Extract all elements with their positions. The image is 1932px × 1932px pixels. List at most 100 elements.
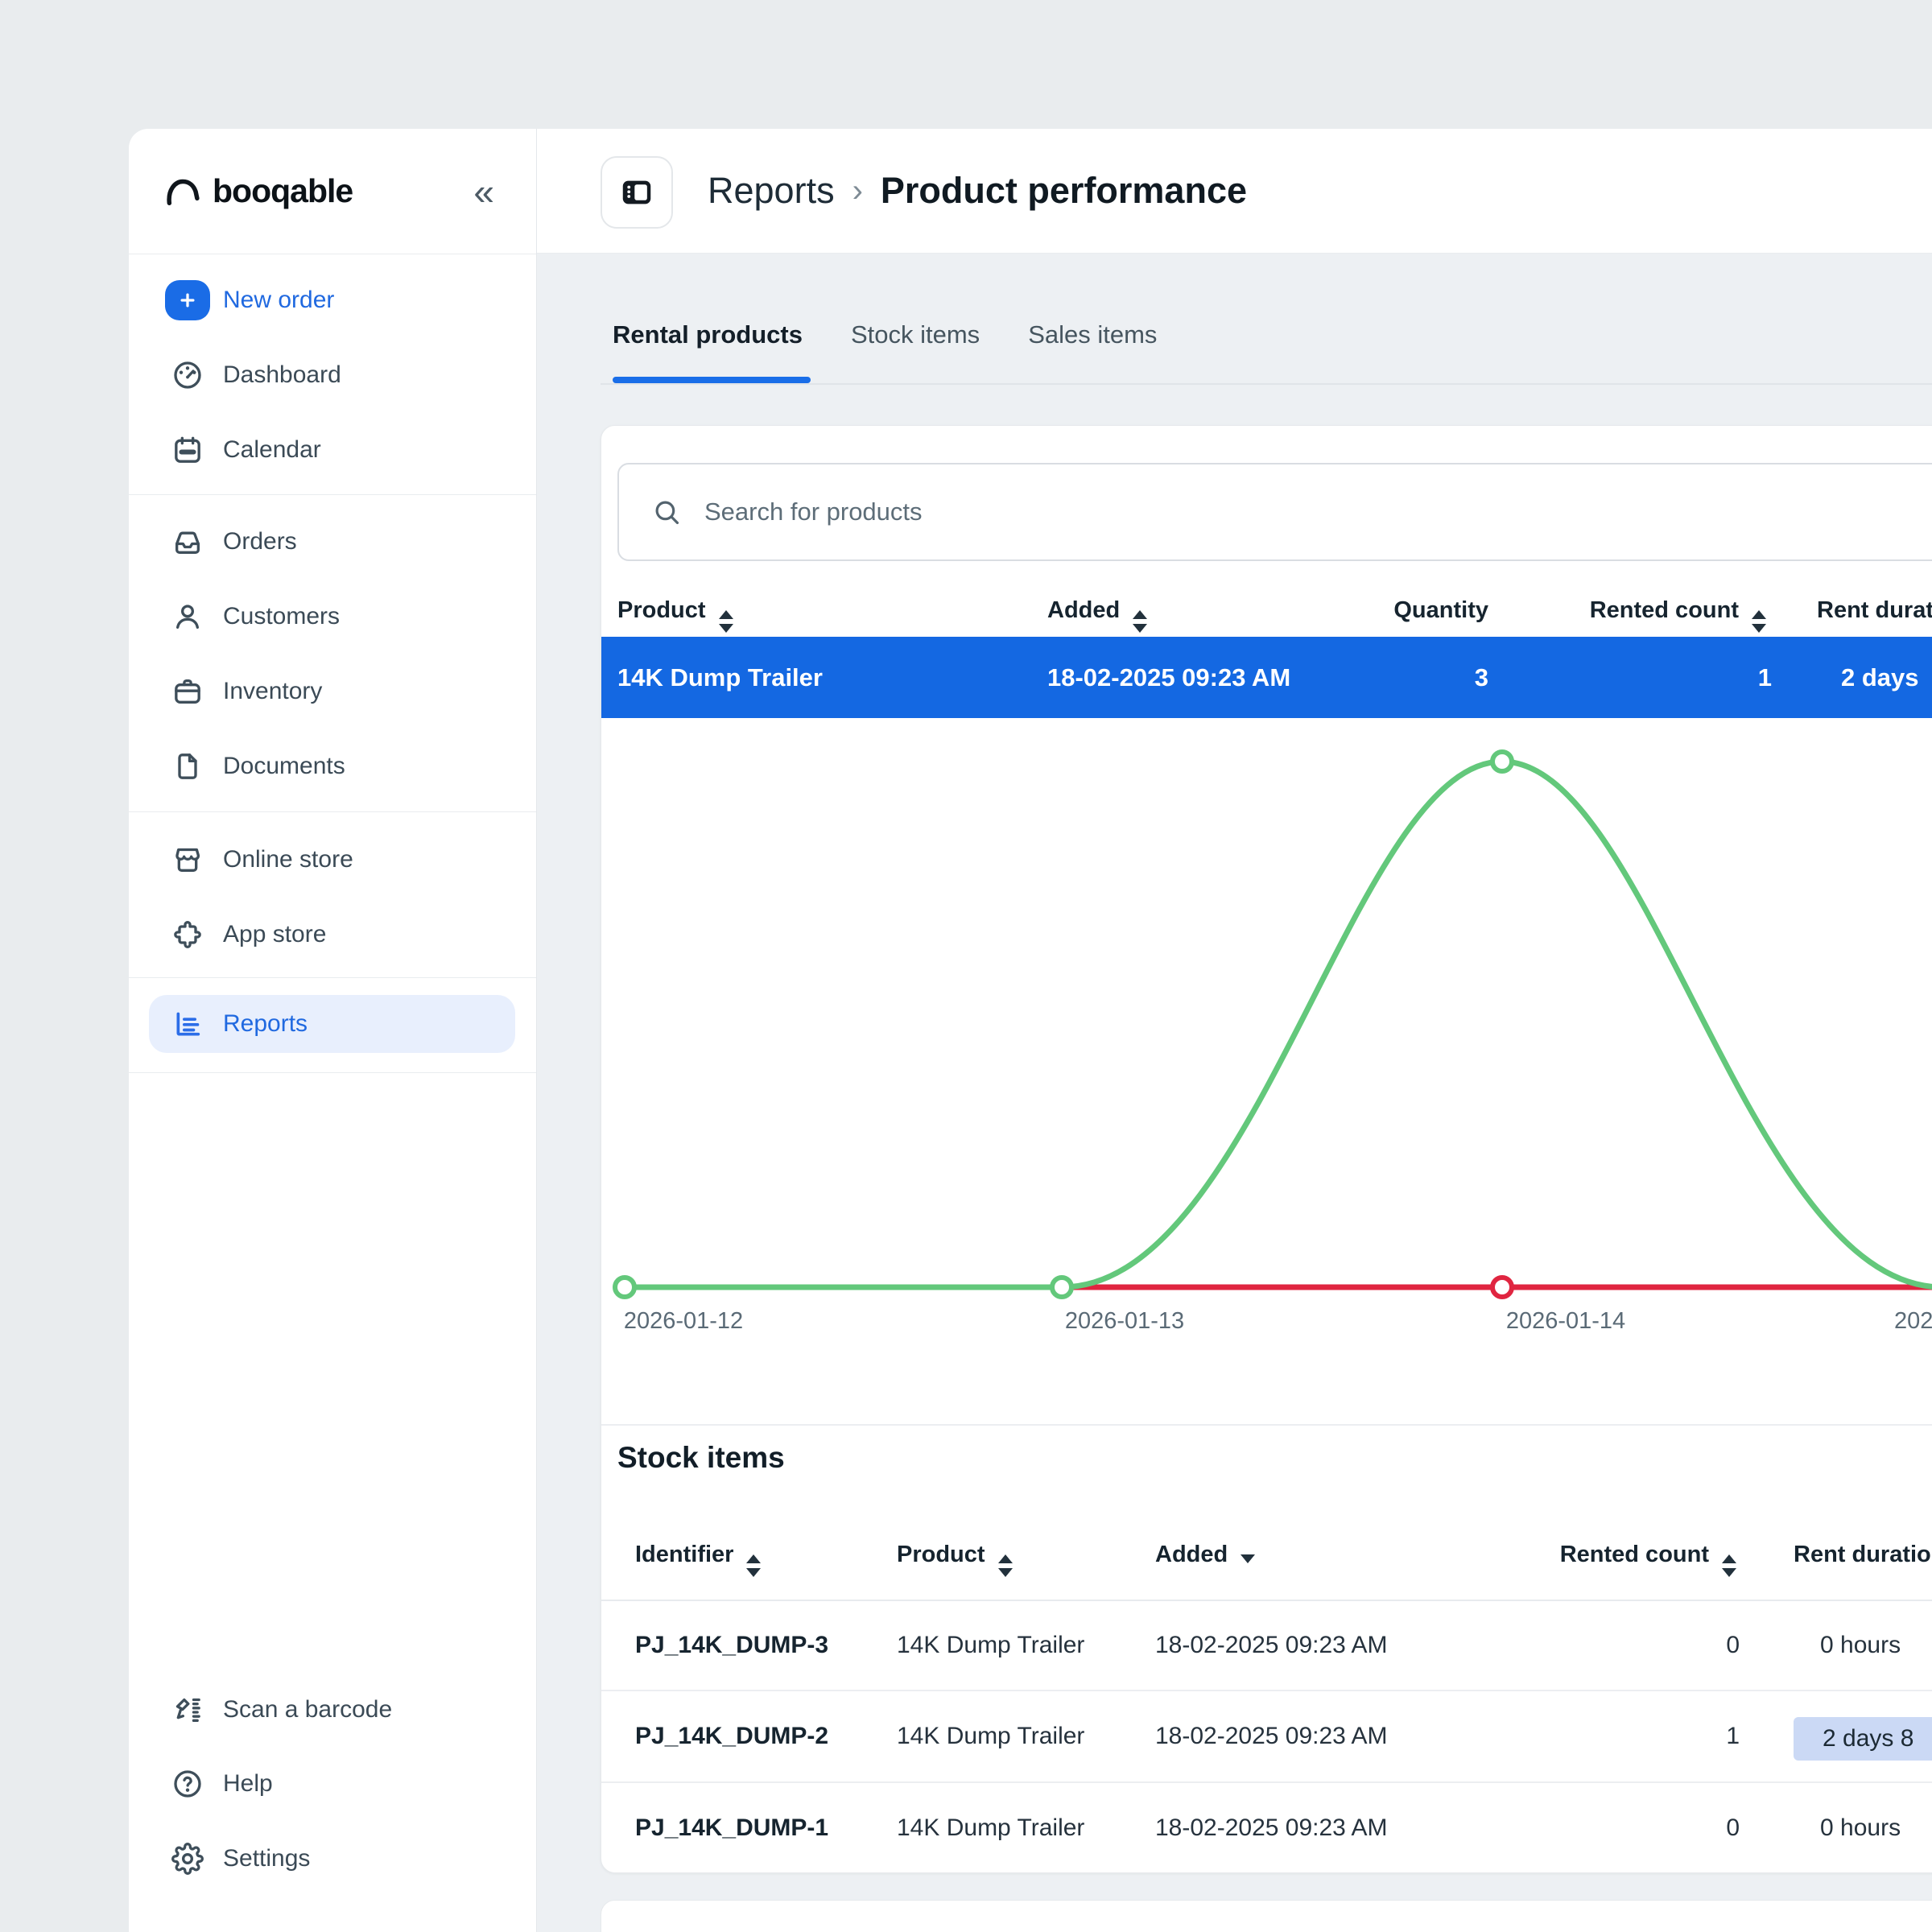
highlighted-duration-cell: 2 days 8 bbox=[1794, 1717, 1932, 1761]
sidebar-item-label: Inventory bbox=[223, 678, 322, 705]
stock-items-heading: Stock items bbox=[617, 1434, 785, 1482]
tab-stock-items[interactable]: Stock items bbox=[851, 320, 980, 349]
cell-product: 14K Dump Trailer bbox=[897, 1691, 1084, 1781]
cell-rent-duration: 0 hours bbox=[1820, 1601, 1901, 1690]
sidebar-divider bbox=[129, 1072, 536, 1073]
sidebar: booqable « New order Dashboard bbox=[129, 129, 537, 1932]
sidebar-item-label: Documents bbox=[223, 753, 345, 780]
section-divider bbox=[601, 1424, 1932, 1426]
column-header-added-sorted-desc[interactable]: Added bbox=[1155, 1528, 1255, 1581]
column-header-added[interactable]: Added bbox=[1047, 584, 1147, 637]
report-tabs: Rental products Stock items Sales items bbox=[613, 320, 1157, 349]
search-input[interactable] bbox=[703, 497, 1913, 527]
cell-rented-count: 1 bbox=[1487, 637, 1772, 718]
sort-icon bbox=[746, 1554, 761, 1577]
cell-product: 14K Dump Trailer bbox=[897, 1601, 1084, 1690]
table-row[interactable]: PJ_14K_DUMP-2 14K Dump Trailer 18-02-202… bbox=[601, 1691, 1932, 1783]
sort-icon bbox=[1752, 610, 1766, 633]
sort-icon bbox=[998, 1554, 1013, 1577]
sidebar-item-label: Customers bbox=[223, 603, 340, 630]
cell-rent-duration: 2 days 8 bbox=[1823, 1717, 1932, 1761]
help-icon bbox=[165, 1768, 210, 1800]
sort-icon bbox=[1133, 610, 1147, 633]
sidebar-item-label: Reports bbox=[223, 1010, 308, 1038]
column-header-identifier[interactable]: Identifier bbox=[635, 1528, 761, 1581]
green-marker bbox=[615, 1278, 634, 1297]
cell-added: 18-02-2025 09:23 AM bbox=[1155, 1691, 1388, 1781]
green-peak-marker bbox=[1492, 752, 1512, 771]
cell-added: 18-02-2025 09:23 AM bbox=[1155, 1601, 1388, 1690]
sidebar-item-label: Online store bbox=[223, 846, 353, 873]
breadcrumb: Reports › Product performance bbox=[708, 129, 1247, 253]
x-axis-tick: 2026 bbox=[1894, 1308, 1932, 1335]
cell-product: 14K Dump Trailer bbox=[617, 637, 823, 718]
sidebar-item-label: Scan a barcode bbox=[223, 1696, 392, 1724]
person-icon bbox=[165, 601, 210, 633]
sidebar-divider bbox=[129, 494, 536, 495]
app-window: booqable « New order Dashboard bbox=[0, 0, 1932, 1932]
puzzle-icon bbox=[165, 919, 210, 951]
column-header-product[interactable]: Product bbox=[897, 1528, 1013, 1581]
page-header: Reports › Product performance bbox=[537, 129, 1932, 254]
booqable-logo-icon bbox=[163, 174, 203, 209]
table-row[interactable]: PJ_14K_DUMP-3 14K Dump Trailer 18-02-202… bbox=[601, 1601, 1932, 1691]
cell-rented-count: 1 bbox=[1487, 1691, 1740, 1781]
sidebar-item-label: Calendar bbox=[223, 436, 321, 464]
search-icon bbox=[651, 497, 682, 527]
table-row[interactable]: PJ_14K_DUMP-1 14K Dump Trailer 18-02-202… bbox=[601, 1783, 1932, 1872]
x-axis-tick: 2026-01-13 bbox=[1065, 1308, 1184, 1335]
sort-icon bbox=[1722, 1554, 1736, 1577]
plus-icon bbox=[165, 280, 210, 320]
cell-identifier: PJ_14K_DUMP-1 bbox=[635, 1783, 828, 1872]
inbox-icon bbox=[165, 526, 210, 558]
gear-icon bbox=[165, 1843, 210, 1875]
x-axis-tick: 2026-01-12 bbox=[624, 1308, 743, 1335]
column-header-rent-duration[interactable]: Rent duration bbox=[1794, 1528, 1932, 1581]
product-search[interactable] bbox=[617, 463, 1932, 561]
sidebar-divider bbox=[129, 977, 536, 978]
column-header-product[interactable]: Product bbox=[617, 584, 733, 637]
sidebar-item-label: Orders bbox=[223, 528, 297, 555]
column-header-rented-count[interactable]: Rented count bbox=[1487, 584, 1766, 637]
sidebar-item-label: Dashboard bbox=[223, 361, 341, 389]
cell-rented-count: 0 bbox=[1487, 1601, 1740, 1690]
booqable-logo-text: booqable bbox=[213, 172, 353, 210]
storefront-icon bbox=[165, 844, 210, 876]
sidebar-item-label: New order bbox=[223, 287, 334, 314]
x-axis-tick: 2026-01-14 bbox=[1506, 1308, 1625, 1335]
column-header-rent-duration[interactable]: Rent duration bbox=[1817, 584, 1932, 637]
cell-rented-count: 0 bbox=[1487, 1783, 1740, 1872]
dashboard-icon bbox=[165, 359, 210, 391]
sidebar-divider bbox=[129, 811, 536, 812]
cell-quantity: 3 bbox=[1286, 637, 1488, 718]
tabs-baseline bbox=[601, 383, 1932, 385]
cell-rent-duration: 2 days bbox=[1841, 637, 1919, 718]
booqable-logo[interactable]: booqable bbox=[163, 172, 353, 210]
red-marker bbox=[1492, 1278, 1512, 1297]
page-title: Product performance bbox=[881, 170, 1247, 212]
performance-line-chart[interactable] bbox=[601, 718, 1932, 1369]
sidebar-item-label: App store bbox=[223, 921, 326, 948]
active-tab-underline bbox=[613, 377, 811, 383]
report-chart-icon bbox=[165, 1008, 210, 1040]
barcode-scanner-icon bbox=[165, 1694, 210, 1726]
cell-product: 14K Dump Trailer bbox=[897, 1783, 1084, 1872]
table-row-selected[interactable]: 14K Dump Trailer 18-02-2025 09:23 AM 3 1… bbox=[601, 637, 1932, 718]
column-header-quantity[interactable]: Quantity bbox=[1286, 584, 1488, 637]
calendar-icon bbox=[165, 434, 210, 466]
sidebar-item-label: Help bbox=[223, 1770, 273, 1798]
sidebar-toggle-button[interactable] bbox=[601, 156, 673, 229]
green-series-line bbox=[625, 762, 1932, 1287]
column-header-rented-count[interactable]: Rented count bbox=[1455, 1528, 1736, 1581]
sidebar-collapse-icon[interactable]: « bbox=[473, 129, 494, 254]
sidebar-item-reports[interactable]: Reports bbox=[149, 995, 515, 1053]
sidebar-item-label: Settings bbox=[223, 1845, 310, 1872]
tab-rental-products[interactable]: Rental products bbox=[613, 320, 803, 349]
cell-rent-duration: 0 hours bbox=[1820, 1783, 1901, 1872]
sort-desc-icon bbox=[1241, 1554, 1255, 1563]
tab-sales-items[interactable]: Sales items bbox=[1028, 320, 1157, 349]
breadcrumb-reports-link[interactable]: Reports bbox=[708, 170, 835, 212]
next-section-card bbox=[601, 1900, 1932, 1932]
cell-identifier: PJ_14K_DUMP-3 bbox=[635, 1601, 828, 1690]
green-marker bbox=[1052, 1278, 1071, 1297]
